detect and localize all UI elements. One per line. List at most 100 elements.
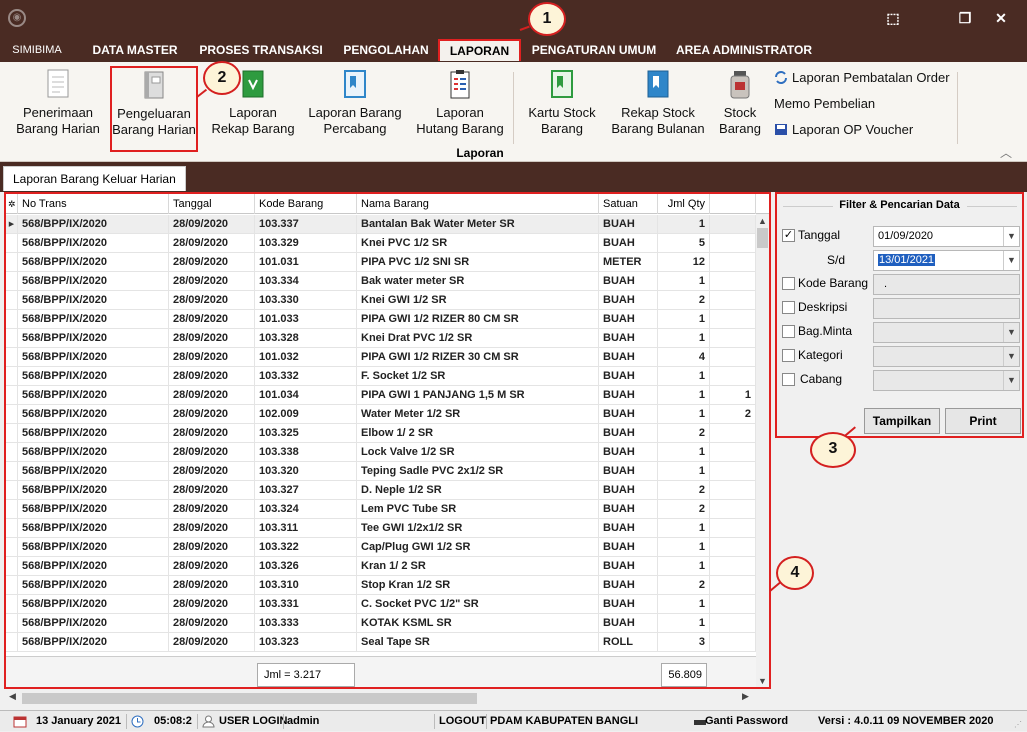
table-row[interactable]: 568/BPP/IX/2020 28/09/2020 103.310 Stop Kra… — [6, 576, 756, 595]
row-selector-icon[interactable] — [6, 405, 18, 424]
scroll-thumb[interactable] — [757, 228, 768, 248]
scroll-thumb[interactable] — [22, 693, 477, 704]
menu-pengaturan-umum[interactable]: PENGATURAN UMUM — [528, 40, 660, 60]
chevron-down-icon[interactable]: ▼ — [1003, 251, 1019, 270]
scroll-left-icon[interactable]: ◀ — [6, 691, 19, 702]
ribbon-penerimaan-barang-harian[interactable]: Penerimaan Barang Harian — [10, 68, 106, 137]
row-selector-icon[interactable] — [6, 348, 18, 367]
table-row[interactable]: 568/BPP/IX/2020 28/09/2020 101.031 PIPA PVC… — [6, 253, 756, 272]
chevron-down-icon[interactable]: ▼ — [1003, 323, 1019, 342]
row-selector-icon[interactable] — [6, 424, 18, 443]
close-button[interactable]: ✕ — [986, 6, 1016, 30]
table-row[interactable]: 568/BPP/IX/2020 28/09/2020 103.327 D. Neple… — [6, 481, 756, 500]
ribbon-laporan-barang-percabang[interactable]: Laporan Barang Percabang — [306, 68, 404, 137]
row-selector-icon[interactable]: ▶ — [6, 215, 18, 234]
ribbon-stock-barang[interactable]: Stock Barang — [714, 68, 766, 137]
table-row[interactable]: 568/BPP/IX/2020 28/09/2020 101.033 PIPA GWI… — [6, 310, 756, 329]
row-selector-icon[interactable] — [6, 367, 18, 386]
row-selector-icon[interactable] — [6, 481, 18, 500]
table-row[interactable]: 568/BPP/IX/2020 28/09/2020 103.324 Lem PVC … — [6, 500, 756, 519]
table-row[interactable]: 568/BPP/IX/2020 28/09/2020 103.338 Lock Val… — [6, 443, 756, 462]
chevron-down-icon[interactable]: ▼ — [1003, 347, 1019, 366]
row-selector-icon[interactable] — [6, 633, 18, 652]
row-selector-icon[interactable] — [6, 595, 18, 614]
table-row[interactable]: 568/BPP/IX/2020 28/09/2020 103.331 C. Socke… — [6, 595, 756, 614]
table-row[interactable]: 568/BPP/IX/2020 28/09/2020 102.009 Water Me… — [6, 405, 756, 424]
minimize-button[interactable]: ⬚ — [878, 6, 908, 30]
row-selector-icon[interactable] — [6, 576, 18, 595]
ribbon-kartu-stock-barang[interactable]: Kartu Stock Barang — [522, 68, 602, 137]
deskripsi-field[interactable] — [873, 298, 1020, 319]
table-row[interactable]: 568/BPP/IX/2020 28/09/2020 103.311 Tee GWI … — [6, 519, 756, 538]
ribbon-collapse-icon[interactable]: ︿ — [1000, 144, 1012, 161]
bag-minta-checkbox[interactable] — [782, 325, 795, 338]
table-row[interactable]: 568/BPP/IX/2020 28/09/2020 103.323 Seal Tap… — [6, 633, 756, 652]
scroll-down-icon[interactable]: ▼ — [756, 676, 769, 686]
row-selector-icon[interactable] — [6, 310, 18, 329]
tab-laporan-barang-keluar-harian[interactable]: Laporan Barang Keluar Harian — [3, 166, 186, 191]
row-selector-icon[interactable] — [6, 462, 18, 481]
table-row[interactable]: 568/BPP/IX/2020 28/09/2020 101.032 PIPA GWI… — [6, 348, 756, 367]
menu-data-master[interactable]: DATA MASTER — [86, 40, 184, 60]
table-row[interactable]: 568/BPP/IX/2020 28/09/2020 103.330 Knei GWI… — [6, 291, 756, 310]
chevron-down-icon[interactable]: ▼ — [1003, 371, 1019, 390]
header-tanggal[interactable]: Tanggal — [169, 194, 255, 214]
kode-barang-field[interactable]: . — [873, 274, 1020, 295]
link-laporan-op-voucher[interactable]: Laporan OP Voucher — [774, 121, 913, 139]
table-row[interactable]: 568/BPP/IX/2020 28/09/2020 103.326 Kran 1/ … — [6, 557, 756, 576]
ganti-password-link[interactable]: Ganti Password — [705, 711, 788, 732]
deskripsi-checkbox[interactable] — [782, 301, 795, 314]
tampilkan-button[interactable]: Tampilkan — [864, 408, 940, 434]
row-selector-icon[interactable] — [6, 538, 18, 557]
kategori-field[interactable]: ▼ — [873, 346, 1020, 367]
row-selector-icon[interactable] — [6, 253, 18, 272]
kode-barang-checkbox[interactable] — [782, 277, 795, 290]
table-row[interactable]: 568/BPP/IX/2020 28/09/2020 103.333 KOTAK KS… — [6, 614, 756, 633]
bag-minta-field[interactable]: ▼ — [873, 322, 1020, 343]
menu-laporan[interactable]: LAPORAN — [438, 39, 521, 61]
logout-link[interactable]: LOGOUT — [439, 711, 486, 732]
row-selector-icon[interactable] — [6, 291, 18, 310]
table-row[interactable]: 568/BPP/IX/2020 28/09/2020 103.325 Elbow 1/… — [6, 424, 756, 443]
header-jml-qty[interactable]: Jml Qty — [658, 194, 710, 214]
scroll-up-icon[interactable]: ▲ — [756, 216, 769, 226]
tanggal-to-field[interactable]: 13/01/2021 ▼ — [873, 250, 1020, 271]
row-selector-icon[interactable] — [6, 329, 18, 348]
table-row[interactable]: 568/BPP/IX/2020 28/09/2020 103.334 Bak wate… — [6, 272, 756, 291]
cabang-checkbox[interactable] — [782, 373, 795, 386]
table-row[interactable]: 568/BPP/IX/2020 28/09/2020 103.328 Knei Dra… — [6, 329, 756, 348]
row-selector-icon[interactable] — [6, 557, 18, 576]
row-selector-icon[interactable] — [6, 519, 18, 538]
table-row[interactable]: 568/BPP/IX/2020 28/09/2020 103.320 Teping S… — [6, 462, 756, 481]
header-nama-barang[interactable]: Nama Barang — [357, 194, 599, 214]
menu-pengolahan[interactable]: PENGOLAHAN — [338, 40, 434, 60]
row-selector-icon[interactable] — [6, 386, 18, 405]
table-row[interactable]: 568/BPP/IX/2020 28/09/2020 101.034 PIPA GWI… — [6, 386, 756, 405]
header-satuan[interactable]: Satuan — [599, 194, 658, 214]
resize-grip-icon[interactable]: ⋰ — [1014, 720, 1022, 729]
cabang-field[interactable]: ▼ — [873, 370, 1020, 391]
menu-app[interactable]: SIMIBIMA — [4, 40, 70, 60]
scroll-right-icon[interactable]: ▶ — [739, 691, 752, 702]
link-laporan-pembatalan-order[interactable]: Laporan Pembatalan Order — [774, 69, 950, 87]
table-row[interactable]: 568/BPP/IX/2020 28/09/2020 103.332 F. Socke… — [6, 367, 756, 386]
link-memo-pembelian[interactable]: Memo Pembelian — [774, 95, 875, 113]
vertical-scrollbar[interactable]: ▲ ▼ — [756, 214, 769, 687]
horizontal-scrollbar[interactable]: ◀ ▶ — [4, 690, 770, 707]
menu-area-administrator[interactable]: AREA ADMINISTRATOR — [672, 40, 816, 60]
ribbon-rekap-stock-barang-bulanan[interactable]: Rekap Stock Barang Bulanan — [608, 68, 708, 137]
kategori-checkbox[interactable] — [782, 349, 795, 362]
row-selector-icon[interactable] — [6, 272, 18, 291]
row-selector-icon[interactable] — [6, 614, 18, 633]
table-row[interactable]: ▶ 568/BPP/IX/2020 28/09/2020 103.337 Bantala… — [6, 215, 756, 234]
ribbon-pengeluaran-barang-harian[interactable]: Pengeluaran Barang Harian — [110, 66, 198, 152]
tanggal-from-field[interactable]: 01/09/2020 ▼ — [873, 226, 1020, 247]
chevron-down-icon[interactable]: ▼ — [1003, 227, 1019, 246]
table-row[interactable]: 568/BPP/IX/2020 28/09/2020 103.329 Knei PVC… — [6, 234, 756, 253]
header-no-trans[interactable]: No Trans — [18, 194, 169, 214]
tanggal-checkbox[interactable]: ✓ — [782, 229, 795, 242]
ribbon-laporan-hutang-barang[interactable]: Laporan Hutang Barang — [412, 68, 508, 137]
row-selector-icon[interactable] — [6, 500, 18, 519]
header-kode-barang[interactable]: Kode Barang — [255, 194, 357, 214]
restore-button[interactable]: ❐ — [950, 6, 980, 30]
